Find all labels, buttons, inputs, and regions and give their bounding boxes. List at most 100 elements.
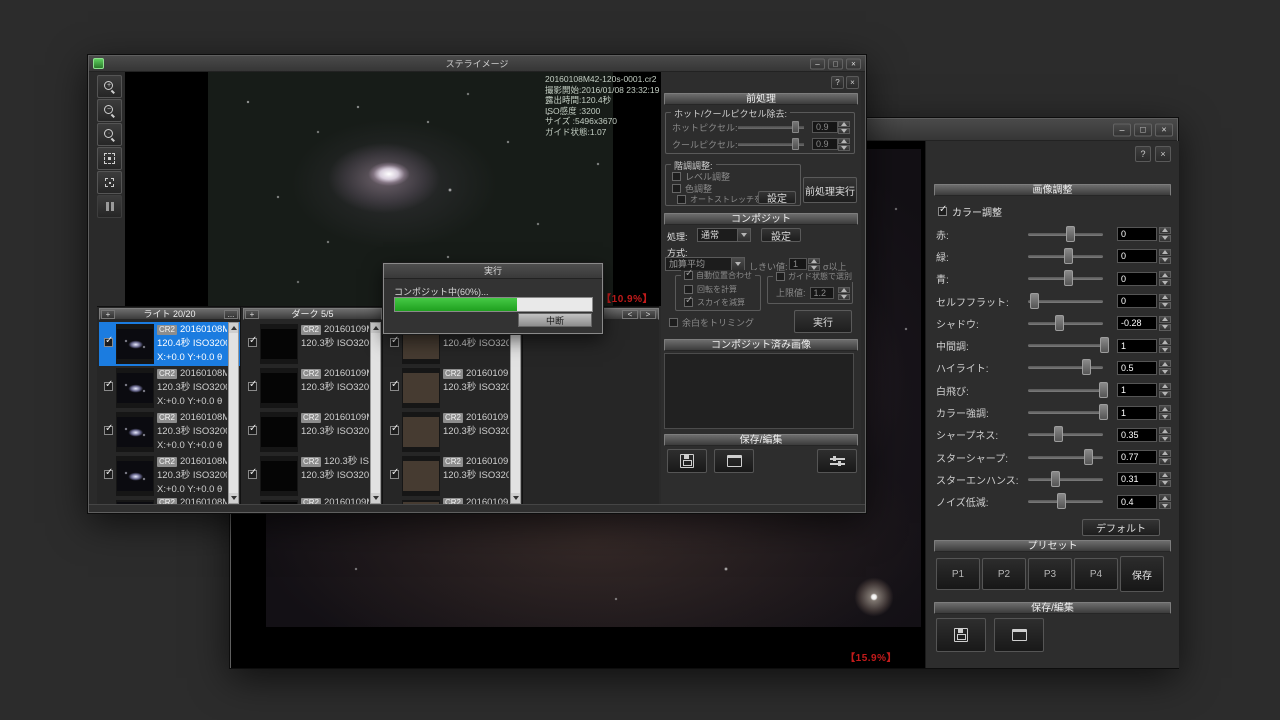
color-adjust-checkbox[interactable] xyxy=(672,184,681,193)
list-item[interactable]: CR220160108M 120.3秒 ISO3200 X:+0.0 Y:+0.… xyxy=(99,454,240,498)
scroll-up-icon[interactable] xyxy=(371,323,380,333)
shadow-value[interactable]: -0.28 xyxy=(1117,316,1157,330)
list-item[interactable]: CR220160109M 120.3秒 ISO3200 xyxy=(243,322,382,366)
save-button[interactable] xyxy=(936,618,986,652)
close-icon[interactable]: × xyxy=(846,58,861,69)
item-checkbox[interactable] xyxy=(248,338,257,347)
clip-value[interactable]: 1 xyxy=(1117,383,1157,397)
maximize-icon[interactable]: □ xyxy=(1134,123,1152,136)
green-spinner[interactable] xyxy=(1159,249,1171,264)
method-dropdown[interactable]: 加算平均 xyxy=(665,257,745,271)
blue-slider[interactable] xyxy=(1028,277,1103,280)
cancel-button[interactable]: 中断 xyxy=(518,313,592,327)
more-button[interactable]: ... xyxy=(224,310,238,319)
clip-slider[interactable] xyxy=(1028,389,1103,392)
zoom-in-button[interactable]: + xyxy=(97,75,122,98)
sharpness-slider[interactable] xyxy=(1028,433,1103,436)
autostretch-checkbox[interactable] xyxy=(677,195,686,204)
green-value[interactable]: 0 xyxy=(1117,249,1157,263)
selfflat-value[interactable]: 0 xyxy=(1117,294,1157,308)
hot-pixel-spinner[interactable] xyxy=(838,121,850,133)
red-value[interactable]: 0 xyxy=(1117,227,1157,241)
shadow-spinner[interactable] xyxy=(1159,316,1171,331)
scroll-down-icon[interactable] xyxy=(511,493,520,503)
item-checkbox[interactable] xyxy=(104,382,113,391)
item-checkbox[interactable] xyxy=(390,338,399,347)
scrollbar[interactable] xyxy=(370,322,381,504)
panel-close-icon[interactable]: × xyxy=(846,76,859,89)
midtone-slider[interactable] xyxy=(1028,344,1103,347)
list-item[interactable]: CR220160108M 120.4秒 ISO3200 X:+0.0 Y:+0.… xyxy=(99,322,240,366)
item-checkbox[interactable] xyxy=(248,426,257,435)
item-checkbox[interactable] xyxy=(104,426,113,435)
highlight-value[interactable]: 0.5 xyxy=(1117,361,1157,375)
scroll-down-icon[interactable] xyxy=(229,493,238,503)
starenhance-spinner[interactable] xyxy=(1159,472,1171,487)
preset-p2-button[interactable]: P2 xyxy=(982,558,1026,590)
item-checkbox[interactable] xyxy=(248,382,257,391)
scrollbar[interactable] xyxy=(510,322,521,504)
zoom-actual-button[interactable]: · xyxy=(97,123,122,146)
cool-pixel-value[interactable]: 0.9 xyxy=(812,138,838,150)
list-item[interactable]: CR220160109M 120.3秒 ISO3200 xyxy=(243,410,382,454)
colorboost-value[interactable]: 1 xyxy=(1117,406,1157,420)
preprocess-run-button[interactable]: 前処理実行 xyxy=(803,177,857,203)
save-button[interactable] xyxy=(667,449,707,473)
panel-close-icon[interactable]: × xyxy=(1155,146,1171,162)
starenhance-slider[interactable] xyxy=(1028,478,1103,481)
close-icon[interactable]: × xyxy=(1155,123,1173,136)
red-slider[interactable] xyxy=(1028,233,1103,236)
noise-value[interactable]: 0.4 xyxy=(1117,495,1157,509)
scroll-up-icon[interactable] xyxy=(229,323,238,333)
starsharp-spinner[interactable] xyxy=(1159,450,1171,465)
limit-spinner[interactable] xyxy=(838,287,850,299)
minimize-icon[interactable]: – xyxy=(1113,123,1131,136)
sharpness-spinner[interactable] xyxy=(1159,427,1171,442)
item-checkbox[interactable] xyxy=(390,426,399,435)
item-checkbox[interactable] xyxy=(390,470,399,479)
red-spinner[interactable] xyxy=(1159,227,1171,242)
clip-spinner[interactable] xyxy=(1159,383,1171,398)
tone-settings-button[interactable]: 設定 xyxy=(758,191,796,204)
selfflat-spinner[interactable] xyxy=(1159,294,1171,309)
fit-screen-button[interactable] xyxy=(97,147,122,170)
rotation-checkbox[interactable] xyxy=(684,285,693,294)
preset-save-button[interactable]: 保存 xyxy=(1120,556,1164,592)
default-button[interactable]: デフォルト xyxy=(1082,519,1160,536)
starsharp-slider[interactable] xyxy=(1028,456,1103,459)
preset-p3-button[interactable]: P3 xyxy=(1028,558,1072,590)
cool-pixel-slider[interactable] xyxy=(738,143,804,146)
scroll-down-icon[interactable] xyxy=(371,493,380,503)
open-window-button[interactable] xyxy=(714,449,754,473)
list-item[interactable]: CR220160109M 120.3秒 ISO3200 xyxy=(243,366,382,410)
blue-value[interactable]: 0 xyxy=(1117,272,1157,286)
limit-value[interactable]: 1.2 xyxy=(810,287,834,299)
noise-spinner[interactable] xyxy=(1159,494,1171,509)
minimize-icon[interactable]: – xyxy=(810,58,825,69)
hot-pixel-slider[interactable] xyxy=(738,126,804,129)
colorboost-spinner[interactable] xyxy=(1159,405,1171,420)
auto-align-checkbox[interactable] xyxy=(684,271,693,280)
blue-spinner[interactable] xyxy=(1159,271,1171,286)
prev-page-icon[interactable]: < xyxy=(622,310,638,319)
cool-pixel-spinner[interactable] xyxy=(838,138,850,150)
noise-slider[interactable] xyxy=(1028,500,1103,503)
help-icon[interactable]: ? xyxy=(1135,146,1151,162)
threshold-spinner[interactable] xyxy=(808,258,820,270)
midtone-spinner[interactable] xyxy=(1159,338,1171,353)
list-item[interactable]: CR220160109M42 120.3秒 ISO3200 54 xyxy=(385,454,522,498)
list-item[interactable]: CR220160108M 120.3秒 ISO3200 X:+0.0 Y:+0.… xyxy=(99,366,240,410)
front-window-titlebar[interactable]: ステライメージ – □ × xyxy=(89,56,865,72)
trim-checkbox[interactable] xyxy=(669,318,678,327)
scrollbar[interactable] xyxy=(228,322,239,504)
compare-button[interactable] xyxy=(97,195,122,218)
shadow-slider[interactable] xyxy=(1028,322,1103,325)
preset-p4-button[interactable]: P4 xyxy=(1074,558,1118,590)
open-window-button[interactable] xyxy=(994,618,1044,652)
help-icon[interactable]: ? xyxy=(831,76,844,89)
preset-p1-button[interactable]: P1 xyxy=(936,558,980,590)
threshold-value[interactable]: 1 xyxy=(789,258,807,270)
adjust-button[interactable] xyxy=(817,449,857,473)
selfflat-slider[interactable] xyxy=(1028,300,1103,303)
list-item[interactable]: CR2120.3秒 ISO3200 120.3秒 ISO3200 xyxy=(243,454,382,498)
